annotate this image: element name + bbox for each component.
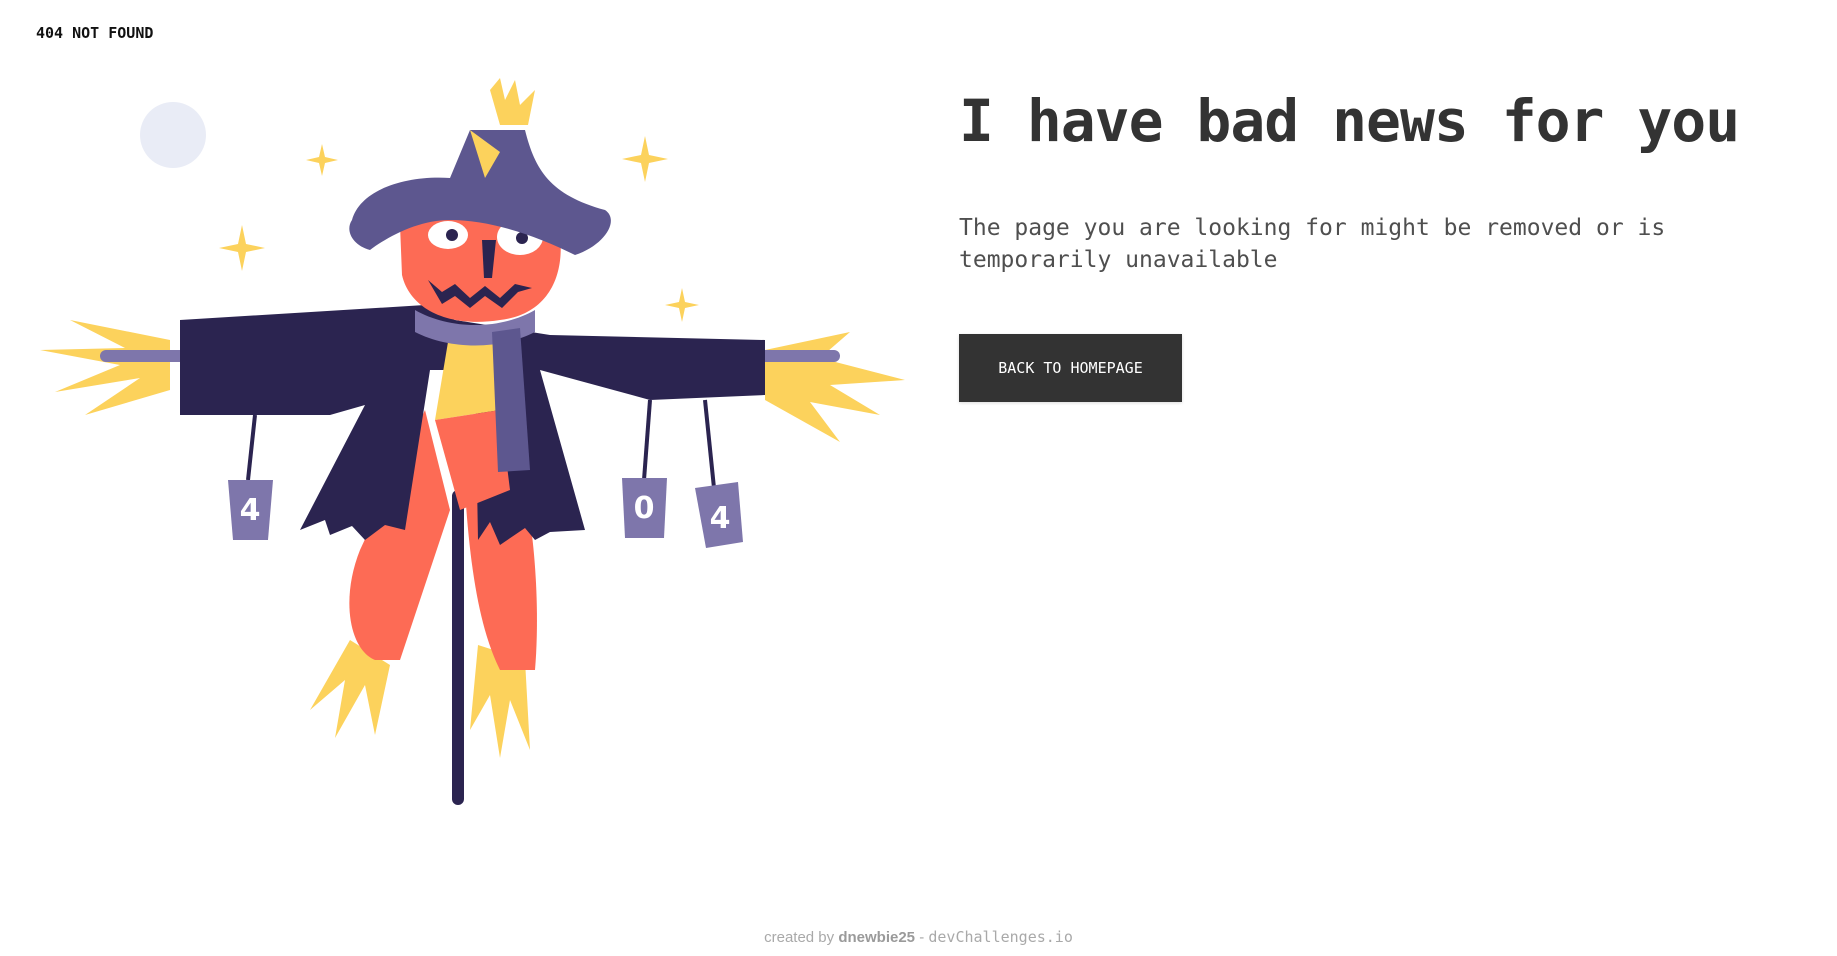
footer-prefix: created by — [764, 929, 835, 946]
can-label-2: 0 — [634, 491, 655, 526]
footer-author-link[interactable]: dnewbie25 — [838, 929, 915, 946]
can-label-3: 4 — [710, 501, 731, 536]
footer: created by dnewbie25 - devChallenges.io — [0, 928, 1837, 946]
footer-separator: - — [919, 929, 925, 946]
page-message: The page you are looking for might be re… — [959, 215, 1666, 273]
scarecrow-pole — [452, 490, 464, 805]
back-to-homepage-button[interactable]: BACK TO HOMEPAGE — [959, 334, 1182, 402]
brand-title: 404 NOT FOUND — [36, 24, 154, 42]
main-content: I have bad news for you The page you are… — [959, 80, 1819, 402]
right-straw-hand — [765, 332, 905, 442]
can-label-1: 4 — [240, 493, 261, 528]
moon-icon — [140, 102, 206, 168]
page-headline: I have bad news for you — [959, 87, 1740, 155]
left-straw-hand — [40, 320, 170, 415]
scarecrow-illustration: 4 0 4 — [40, 78, 905, 805]
footer-site-link[interactable]: devChallenges.io — [928, 928, 1073, 946]
